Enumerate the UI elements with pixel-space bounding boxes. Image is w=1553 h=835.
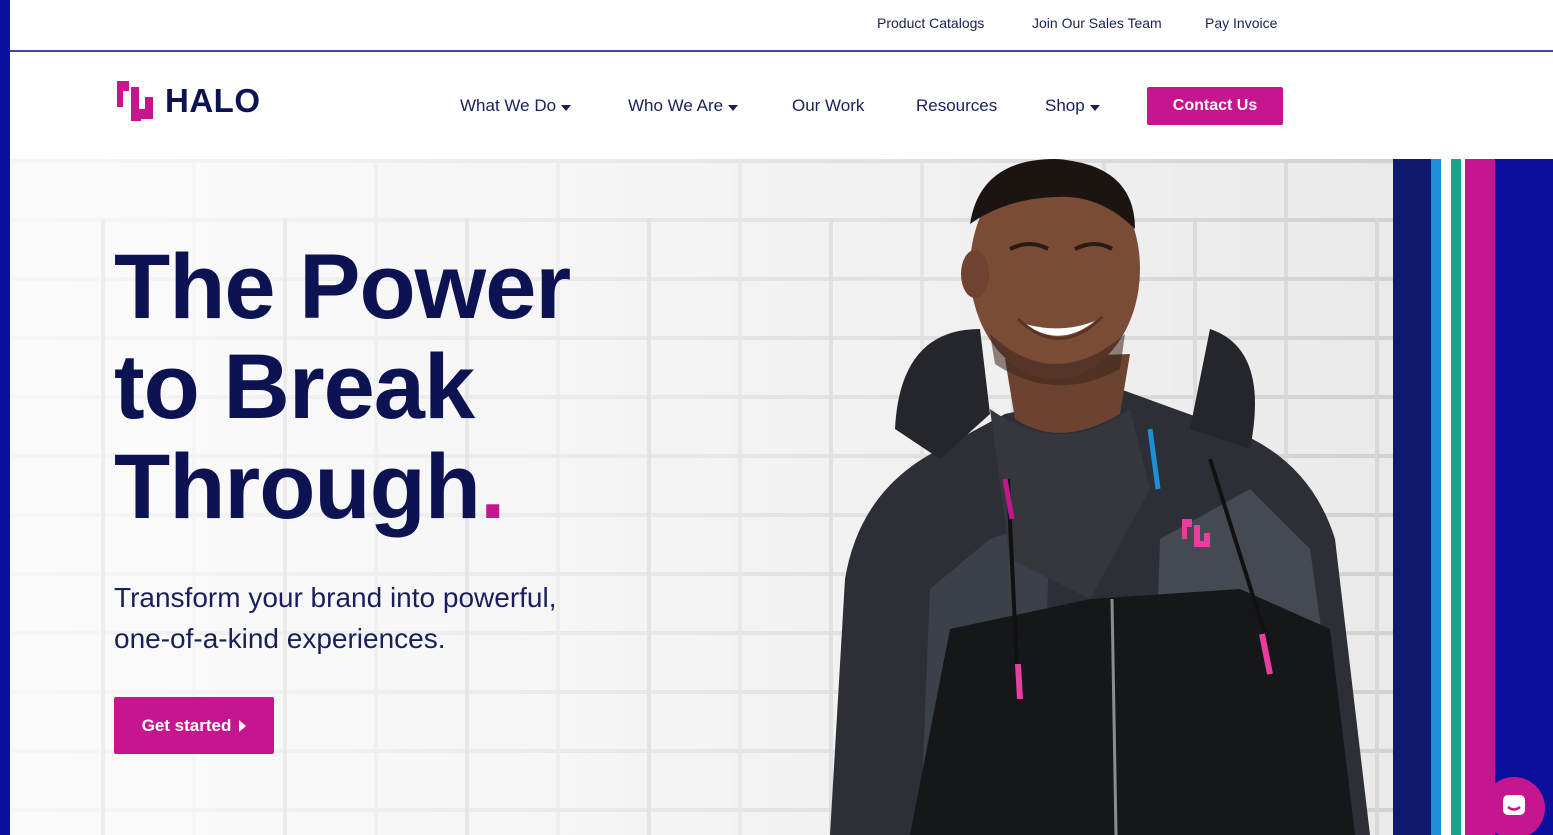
hero-section: The Power to Break Through. Transform yo…	[10, 159, 1553, 835]
nav-item-label: Who We Are	[628, 96, 724, 115]
product-catalogs-link[interactable]: Product Catalogs	[877, 15, 984, 31]
headline-line-1: The Power	[114, 236, 571, 338]
nav-who-we-are[interactable]: Who We Are	[628, 96, 739, 116]
caret-down-icon	[1089, 104, 1100, 111]
nav-item-label: Resources	[916, 96, 998, 115]
chat-bubble-icon	[1500, 792, 1528, 825]
nav-item-label: What We Do	[460, 96, 557, 115]
contact-us-button[interactable]: Contact Us	[1147, 87, 1283, 125]
stripe	[1431, 159, 1441, 835]
chat-button[interactable]	[1483, 777, 1545, 835]
headline-line-2: to Break	[114, 336, 475, 438]
logo-text: HALO	[165, 82, 261, 119]
headline-dot: .	[480, 436, 506, 538]
caret-down-icon	[728, 104, 739, 111]
brand-stripes	[1393, 159, 1553, 835]
stripe	[1441, 159, 1451, 835]
headline-line-3: Through	[114, 436, 481, 538]
subtitle-line-1: Transform your brand into powerful,	[114, 582, 557, 613]
join-sales-team-link[interactable]: Join Our Sales Team	[1032, 15, 1162, 31]
cta-label: Get started	[141, 715, 232, 735]
main-nav: HALO What We Do Who We Are Our Work Reso…	[10, 52, 1553, 159]
halo-logo-mark-icon	[115, 79, 155, 123]
stripe	[1495, 159, 1553, 835]
nav-shop[interactable]: Shop	[1045, 96, 1100, 116]
page-frame: Product Catalogs Join Our Sales Team Pay…	[10, 0, 1553, 835]
hero-person-image	[830, 159, 1370, 835]
nav-item-label: Our Work	[792, 96, 865, 115]
utility-bar: Product Catalogs Join Our Sales Team Pay…	[10, 0, 1553, 52]
pay-invoice-link[interactable]: Pay Invoice	[1205, 15, 1277, 31]
halo-logo[interactable]: HALO	[115, 79, 261, 123]
stripe	[1465, 159, 1495, 835]
subtitle-line-2: one-of-a-kind experiences.	[114, 623, 446, 654]
play-arrow-icon	[239, 719, 247, 732]
nav-what-we-do[interactable]: What We Do	[460, 96, 572, 116]
hero-headline: The Power to Break Through.	[114, 236, 571, 538]
caret-down-icon	[561, 104, 572, 111]
nav-our-work[interactable]: Our Work	[792, 96, 864, 116]
get-started-button[interactable]: Get started	[114, 697, 274, 754]
nav-resources[interactable]: Resources	[916, 96, 997, 116]
stripe	[1393, 159, 1431, 835]
nav-item-label: Shop	[1045, 96, 1085, 115]
hero-subtitle: Transform your brand into powerful, one-…	[114, 577, 714, 659]
stripe	[1451, 159, 1461, 835]
